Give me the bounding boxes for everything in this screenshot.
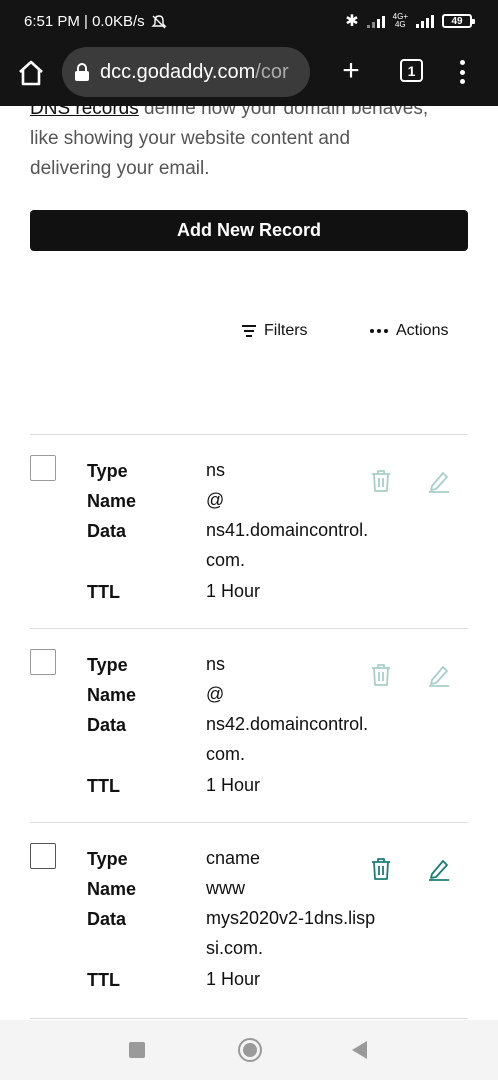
- signal-1-icon: [366, 14, 385, 28]
- dns-record-row: Type cname Name www Data mys2020v2-1dns.…: [30, 822, 468, 1016]
- type-label: Type: [87, 849, 128, 869]
- tab-count: 1: [407, 62, 416, 79]
- more-menu-icon[interactable]: [455, 58, 469, 86]
- data-label: Data: [87, 909, 127, 929]
- status-right: ✱ 4G+ 4G 49: [345, 11, 475, 31]
- battery-icon: 49: [442, 14, 475, 28]
- edit-icon[interactable]: [428, 663, 450, 687]
- name-value: @: [206, 490, 225, 510]
- record-checkbox[interactable]: [30, 649, 56, 675]
- dns-record-row: Type ns Name @ Data ns42.domaincontrol.c…: [30, 628, 468, 822]
- browser-toolbar: dcc.godaddy.com/cor + 1: [0, 44, 498, 106]
- divider: [30, 1018, 468, 1019]
- new-tab-icon[interactable]: +: [338, 56, 364, 86]
- network-label-bottom: 4G: [394, 20, 406, 29]
- url-path: /cor: [255, 60, 289, 83]
- mute-icon: [150, 14, 167, 28]
- intro-paragraph: DNS records define how your domain behav…: [30, 106, 470, 184]
- edit-icon[interactable]: [428, 469, 450, 493]
- type-value: cname: [206, 848, 261, 868]
- data-label: Data: [87, 715, 127, 735]
- record-checkbox[interactable]: [30, 455, 56, 481]
- url-text: dcc.godaddy.com/cor: [100, 61, 289, 84]
- dns-record-row: Type ns Name @ Data ns41.domaincontrol.c…: [30, 434, 468, 628]
- dns-records-link[interactable]: DNS records: [30, 106, 139, 119]
- url-domain: dcc.godaddy.com: [100, 60, 256, 83]
- data-value: ns42.domaincontrol.com.: [206, 714, 369, 764]
- actions-label: Actions: [396, 322, 449, 339]
- add-new-record-button[interactable]: Add New Record: [30, 210, 468, 251]
- ttl-value: 1 Hour: [206, 969, 261, 989]
- ttl-value: 1 Hour: [206, 581, 261, 601]
- ttl-label: TTL: [87, 970, 120, 990]
- edit-icon[interactable]: [428, 857, 450, 881]
- actions-button[interactable]: Actions: [370, 322, 448, 340]
- trash-icon[interactable]: [370, 469, 392, 493]
- ttl-value: 1 Hour: [206, 775, 261, 795]
- filter-icon: [242, 325, 256, 337]
- home-circle-icon[interactable]: [238, 1038, 262, 1062]
- signal-2-icon: [416, 14, 434, 28]
- recents-icon[interactable]: [129, 1042, 145, 1058]
- intro-text-2: like showing your website content and: [30, 128, 351, 149]
- lock-icon: [75, 63, 89, 81]
- filters-button[interactable]: Filters: [242, 322, 308, 340]
- address-bar[interactable]: dcc.godaddy.com/cor: [62, 47, 310, 97]
- status-time: 6:51 PM | 0.0KB/s: [24, 13, 145, 30]
- type-value: ns: [206, 460, 226, 480]
- data-label: Data: [87, 521, 127, 541]
- name-label: Name: [87, 685, 137, 705]
- status-left: 6:51 PM | 0.0KB/s: [24, 13, 167, 30]
- tab-switcher-button[interactable]: 1: [400, 59, 423, 82]
- battery-level: 49: [451, 15, 463, 27]
- filters-label: Filters: [264, 322, 308, 339]
- back-icon[interactable]: [352, 1041, 367, 1059]
- ellipsis-icon: [370, 329, 388, 333]
- bluetooth-icon: ✱: [345, 13, 359, 30]
- home-icon[interactable]: [16, 58, 46, 88]
- system-nav-bar: [0, 1020, 498, 1080]
- record-checkbox[interactable]: [30, 843, 56, 869]
- name-label: Name: [87, 491, 137, 511]
- intro-text-3: delivering your email.: [30, 158, 210, 179]
- ttl-label: TTL: [87, 776, 120, 796]
- network-type-icon: 4G+ 4G: [393, 13, 408, 29]
- page-content: DNS records define how your domain behav…: [0, 106, 498, 1020]
- data-value: ns41.domaincontrol.com.: [206, 520, 369, 570]
- intro-text-1: define how your domain behaves,: [138, 106, 429, 119]
- trash-icon[interactable]: [370, 857, 392, 881]
- type-label: Type: [87, 461, 128, 481]
- ttl-label: TTL: [87, 582, 120, 602]
- name-label: Name: [87, 879, 137, 899]
- type-value: ns: [206, 654, 226, 674]
- status-bar: 6:51 PM | 0.0KB/s ✱ 4G+ 4G 49: [0, 0, 498, 44]
- type-label: Type: [87, 655, 128, 675]
- name-value: www: [206, 878, 245, 898]
- data-value: mys2020v2-1dns.lispsi.com.: [206, 908, 376, 958]
- name-value: @: [206, 684, 225, 704]
- trash-icon[interactable]: [370, 663, 392, 687]
